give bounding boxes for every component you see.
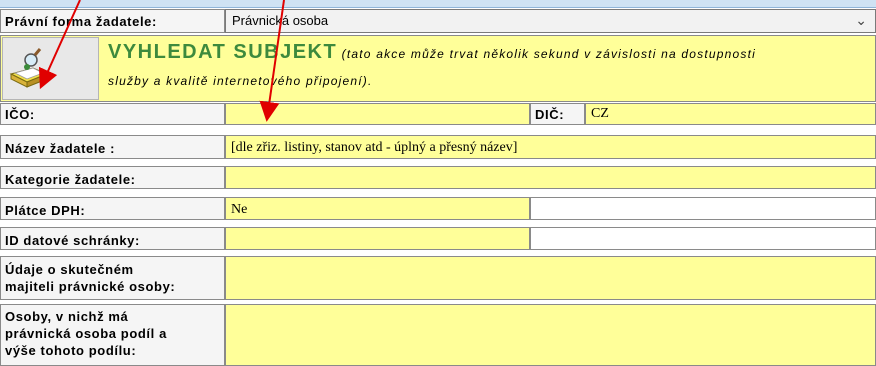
arrow-to-search-button — [38, 0, 81, 90]
arrow-to-ico-field — [259, 0, 285, 122]
annotation-arrows — [38, 0, 285, 122]
